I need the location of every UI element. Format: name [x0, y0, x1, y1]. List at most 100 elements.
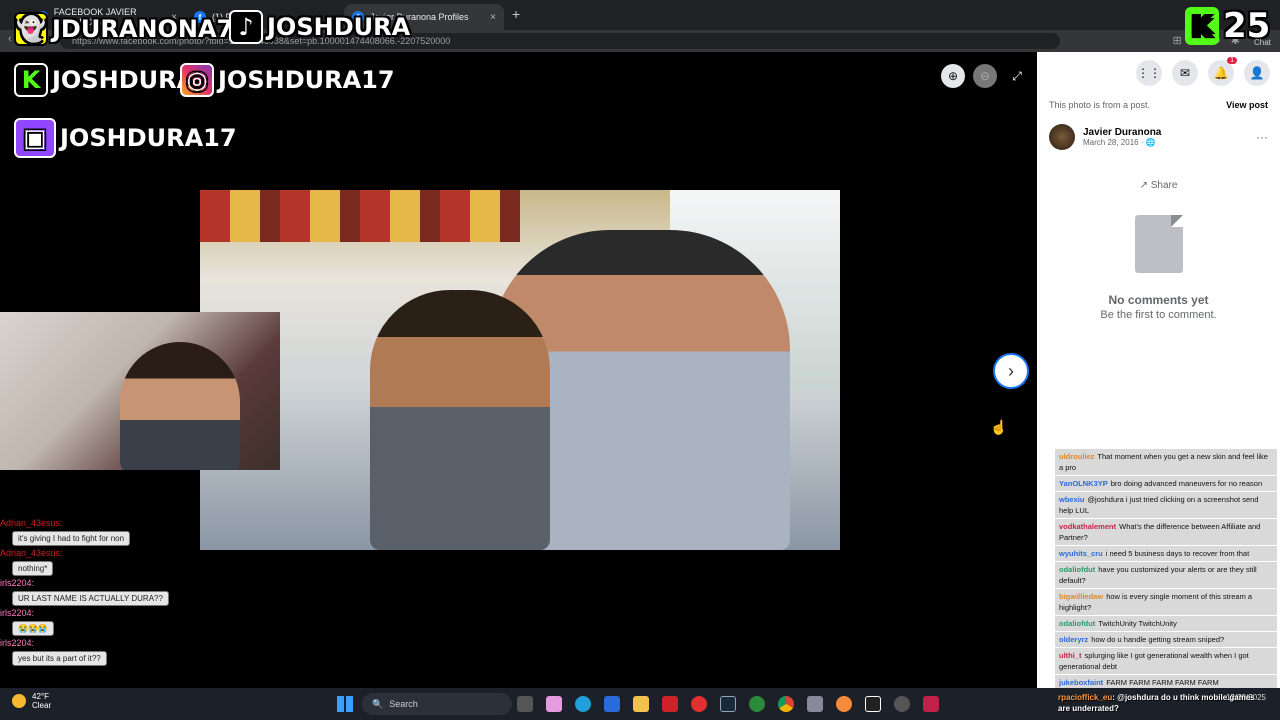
view-post-link[interactable]: View post	[1226, 100, 1268, 110]
kick-icon: K	[14, 63, 48, 97]
chat-username: Adrian_43esus:	[0, 518, 63, 528]
profile-avatar[interactable]: 👤	[1244, 60, 1270, 86]
settings-icon[interactable]	[807, 696, 823, 712]
store-icon[interactable]	[604, 696, 620, 712]
menu-grid-icon[interactable]: ⋮⋮	[1136, 60, 1162, 86]
taskbar-chat-overlay: rpacioffick_eu: @joshdura do u think mob…	[1058, 692, 1268, 714]
fullscreen-icon[interactable]: ⤢	[1005, 64, 1029, 88]
share-button[interactable]: ↗ Share	[1037, 180, 1280, 191]
app-icon[interactable]	[662, 696, 678, 712]
chat-username: irls2204:	[0, 608, 35, 618]
facebook-top-bar: ⋮⋮ ✉ 🔔 1 👤	[1037, 52, 1280, 94]
tiktok-handle: ♪ JOSHDURA	[229, 10, 410, 44]
corner-chat-label: Chat	[1254, 38, 1271, 47]
chat-username: rpacioffick_eu	[1058, 693, 1113, 702]
moon-icon	[12, 694, 26, 708]
chat-message: i need 5 business days to recover from t…	[1105, 549, 1250, 558]
chat-username: ulthi_t	[1059, 651, 1082, 660]
from-post-text: This photo is from a post.	[1049, 100, 1151, 110]
firefox-icon[interactable]	[836, 696, 852, 712]
mouse-cursor-icon: ☝	[990, 419, 1008, 435]
chat-username: wyuhits_cru	[1059, 549, 1103, 558]
chat-username: irls2204:	[0, 578, 35, 588]
chat-line: odaliofdut have you customized your alert…	[1055, 561, 1277, 588]
start-icon[interactable]	[337, 696, 353, 712]
post-date[interactable]: March 28, 2016 · 🌐	[1083, 138, 1161, 147]
search-label: Search	[389, 699, 418, 709]
opera-icon[interactable]	[691, 696, 707, 712]
chat-username: YanOLNK3YP	[1059, 479, 1108, 488]
chat-line: bigwilliedaw how is every single moment o…	[1055, 588, 1277, 615]
from-post-row: This photo is from a post. View post	[1037, 94, 1280, 116]
chat-line: odaliofdut TwitchUnity TwitchUnity	[1055, 615, 1277, 631]
chat-message: TwitchUnity TwitchUnity	[1098, 619, 1177, 628]
steam-icon[interactable]	[720, 696, 736, 712]
instagram-icon: ◎	[180, 63, 214, 97]
temperature: 42°F	[32, 692, 49, 701]
close-icon[interactable]: ×	[490, 12, 496, 23]
taskbar-search[interactable]: 🔍 Search	[362, 693, 512, 715]
instagram-handle: ◎ JOSHDURA17	[180, 63, 395, 97]
edge-icon[interactable]	[575, 696, 591, 712]
chat-message: 😭😭😭	[12, 621, 54, 636]
zoom-in-icon[interactable]: ⊕	[941, 64, 965, 88]
chat-line: ulthi_t splurging like I got generational…	[1055, 647, 1277, 674]
chat-line: uldrouliez That moment when you get a new…	[1055, 448, 1277, 475]
photo[interactable]	[200, 190, 840, 550]
epic-games-icon[interactable]	[865, 696, 881, 712]
chat-message: @joshdura i just tried clicking on a scr…	[1059, 495, 1259, 515]
twitch-handle: ▣ JOSHDURA17	[14, 118, 237, 158]
screen: { "browser": { "tabs": [ {"label": "FACE…	[0, 0, 1280, 720]
more-options-icon[interactable]: ···	[1256, 130, 1268, 144]
chat-line: wyuhits_cru i need 5 business days to rec…	[1055, 545, 1277, 561]
document-icon	[1134, 215, 1183, 273]
chat-line: wbexiu @joshdura i just tried clicking on…	[1055, 491, 1277, 518]
back-arrow-icon[interactable]: ‹	[8, 33, 12, 45]
instagram-handle-text: JOSHDURA17	[218, 66, 395, 94]
zoom-out-icon[interactable]: ⊖	[973, 64, 997, 88]
chat-username: bigwilliedaw	[1059, 592, 1104, 601]
author-avatar[interactable]	[1049, 124, 1075, 150]
next-photo-button[interactable]: ›	[993, 353, 1029, 389]
chat-message: splurging like I got generational wealth…	[1059, 651, 1249, 671]
chat-entry: irls2204: UR LAST NAME IS ACTUALLY DURA?…	[0, 578, 240, 606]
chat-entry: irls2204: yes but its a part of it??	[0, 638, 240, 666]
copilot-icon[interactable]	[546, 696, 562, 712]
discord-icon[interactable]	[894, 696, 910, 712]
chrome-icon[interactable]	[778, 696, 794, 712]
xbox-icon[interactable]	[749, 696, 765, 712]
chat-username: irls2204:	[0, 638, 35, 648]
chat-line: YanOLNK3YP bro doing advanced maneuvers f…	[1055, 475, 1277, 491]
task-view-icon[interactable]	[517, 696, 533, 712]
snapchat-icon: 👻	[14, 12, 48, 46]
streamer-figure	[120, 342, 240, 470]
snapchat-handle-text: JDURANONA76	[52, 15, 250, 43]
messenger-icon[interactable]: ✉	[1172, 60, 1198, 86]
chat-entry: Adrian_43esus: it's giving I had to figh…	[0, 518, 240, 546]
post-author: Javier Duranona March 28, 2016 · 🌐 ···	[1037, 116, 1280, 158]
chat-line: jukeboxfaint FARM FARM FARM FARM FARM	[1055, 674, 1277, 688]
kick-handle: K JOSHDURA	[14, 63, 195, 97]
chat-username: jukeboxfaint	[1059, 678, 1104, 687]
kick-handle-text: JOSHDURA	[52, 66, 196, 94]
first-comment-text: Be the first to comment.	[1100, 309, 1217, 321]
tiktok-icon: ♪	[229, 10, 263, 44]
chat-username: wbexiu	[1059, 495, 1085, 504]
weather-widget[interactable]: 42°F Clear	[12, 692, 51, 710]
chat-line: vodkathalement What's the difference betw…	[1055, 518, 1277, 545]
chat-username: uldrouliez	[1059, 452, 1095, 461]
share-label: Share	[1150, 180, 1178, 191]
chat-message: bro doing advanced maneuvers for no reas…	[1110, 479, 1263, 488]
chat-username: Adrian_43esus:	[0, 548, 63, 558]
author-name[interactable]: Javier Duranona	[1083, 127, 1161, 138]
new-tab-button[interactable]: +	[512, 6, 520, 22]
notifications-icon[interactable]: 🔔 1	[1208, 57, 1237, 86]
no-comments-heading: No comments yet	[1108, 293, 1209, 307]
twitch-handle-text: JOSHDURA17	[60, 124, 237, 152]
obs-icon[interactable]	[923, 696, 939, 712]
chat-message: FARM FARM FARM FARM FARM	[1106, 678, 1219, 687]
file-explorer-icon[interactable]	[633, 696, 649, 712]
boy-figure	[370, 290, 550, 550]
install-icon[interactable]: ⊞	[1172, 34, 1181, 47]
chat-username: odaliofdut	[1059, 619, 1096, 628]
